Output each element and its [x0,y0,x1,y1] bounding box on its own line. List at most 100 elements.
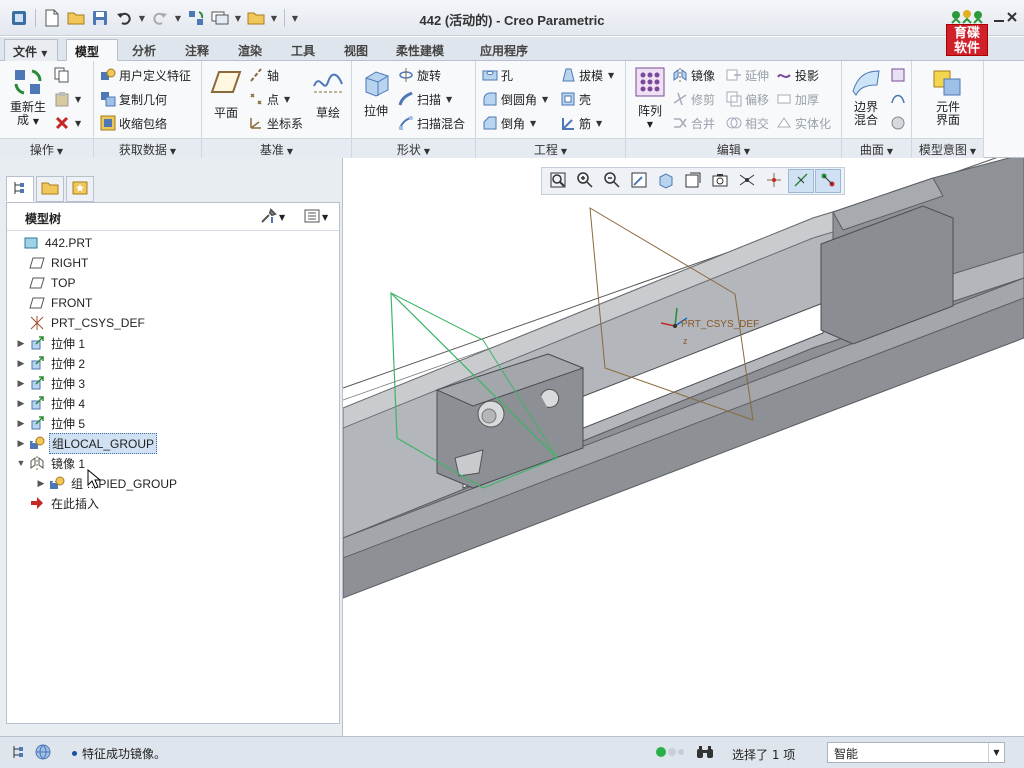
copy-geometry-button[interactable]: 复制几何 [100,89,167,109]
regenerate-button[interactable]: 重新生 成 ▼ [6,65,50,128]
merge-button[interactable]: 合并 [672,113,715,133]
toggle-browser-button[interactable] [32,743,54,763]
expand-arrow-icon[interactable]: ▶ [15,418,27,429]
view-manager-button[interactable] [707,169,733,193]
collapse-arrow-icon[interactable]: ▼ [15,458,27,468]
delete-button[interactable]: ▼ [54,113,81,133]
boundary-blend-button[interactable]: 边界 混合 [844,65,888,127]
datum-axis-button[interactable]: 轴 [248,65,279,85]
tab-applications[interactable]: 应用程序 [472,39,536,61]
new-file-icon[interactable] [41,7,63,29]
group-get-data-label[interactable]: 获取数据 ▼ [94,138,201,158]
round-button[interactable]: 倒圆角 ▼ [482,89,548,109]
group-operations-label[interactable]: 操作 ▼ [0,138,93,158]
tree-item[interactable]: PRT_CSYS_DEF [15,313,147,333]
redo-icon[interactable] [149,7,171,29]
group-shapes-label[interactable]: 形状 ▼ [352,138,475,158]
trim-button[interactable]: 修剪 [672,89,715,109]
app-icon[interactable] [8,7,30,29]
tab-render[interactable]: 渲染 [230,39,270,61]
expand-arrow-icon[interactable]: ▶ [15,338,27,349]
windows-icon[interactable] [209,7,231,29]
offset-button[interactable]: 偏移 [726,89,769,109]
sweep-button[interactable]: 扫描 ▼ [398,89,452,109]
tree-item[interactable]: ▶ 拉伸 5 [15,413,87,433]
regeneration-status[interactable] [654,743,686,763]
regenerate-small-icon[interactable] [185,7,207,29]
chamfer-button[interactable]: 倒角 ▼ [482,113,536,133]
tab-tools[interactable]: 工具 [283,39,323,61]
datum-display-button[interactable] [788,169,814,193]
tab-model[interactable]: 模型 [66,39,118,61]
display-style-button[interactable] [653,169,679,193]
tree-item[interactable]: ▶ 拉伸 1 [15,333,87,353]
hole-button[interactable]: 孔 [482,65,513,85]
close-icon[interactable] [1003,8,1021,26]
revolve-button[interactable]: 旋转 [398,65,441,85]
favorites-tab[interactable] [66,176,94,202]
tree-item[interactable]: FRONT [15,293,94,313]
project-button[interactable]: 投影 [776,65,819,85]
freestyle-button[interactable] [890,113,906,133]
tree-item[interactable]: ▶ 组LOCAL_GROUP [15,432,158,454]
intersect-button[interactable]: 相交 [726,113,769,133]
datum-point-button[interactable]: 点 ▼ [248,89,290,109]
fill-button[interactable] [890,65,906,85]
folder-dropdown-icon[interactable]: ▼ [269,14,279,23]
extrude-button[interactable]: 拉伸 [356,65,396,118]
toggle-navigator-button[interactable] [8,743,30,763]
tree-show-button[interactable]: ▼ [304,208,328,226]
expand-arrow-icon[interactable]: ▶ [15,358,27,369]
tree-item[interactable]: RIGHT [15,253,90,273]
graphics-window[interactable]: PRT_CSYS_DEF z [343,158,1024,736]
thicken-button[interactable]: 加厚 [776,89,819,109]
model-viewport[interactable] [343,158,1024,736]
tree-item[interactable]: ▶ 拉伸 4 [15,393,87,413]
find-button[interactable] [694,743,716,763]
perspective-button[interactable] [734,169,760,193]
user-defined-feature-button[interactable]: 用户定义特征 [100,65,191,85]
pattern-button[interactable]: 阵列 ▼ [630,65,670,131]
group-editing-label[interactable]: 编辑 ▼ [626,138,841,158]
shrinkwrap-button[interactable]: 收缩包络 [100,113,167,133]
spin-center-button[interactable] [761,169,787,193]
tree-item[interactable]: ▶ 拉伸 3 [15,373,87,393]
open-folder-icon[interactable] [65,7,87,29]
datum-plane-button[interactable]: 平面 [206,65,246,120]
component-interface-button[interactable]: 元件 界面 [926,65,970,127]
datum-csys-button[interactable]: 坐标系 [248,113,303,133]
style-button[interactable] [890,89,906,109]
customize-toolbar-icon[interactable]: ▼ [290,14,300,23]
tree-settings-button[interactable]: ▼ [259,207,285,226]
group-model-intent-label[interactable]: 模型意图 ▼ [912,138,983,158]
zoom-in-button[interactable] [572,169,598,193]
extend-button[interactable]: 延伸 [726,65,769,85]
repaint-button[interactable] [626,169,652,193]
mirror-button[interactable]: 镜像 [672,65,715,85]
group-surfaces-label[interactable]: 曲面 ▼ [842,138,911,158]
tree-item[interactable]: TOP [15,273,77,293]
folder-browser-tab[interactable] [36,176,64,202]
tab-view[interactable]: 视图 [336,39,376,61]
zoom-out-button[interactable] [599,169,625,193]
tree-item[interactable]: ▶ 拉伸 2 [15,353,87,373]
solidify-button[interactable]: 实体化 [776,113,831,133]
close-window-icon[interactable] [245,7,267,29]
model-tree-tab[interactable] [6,176,34,202]
selection-info[interactable]: 选择了 1 项 [732,746,795,763]
tree-item[interactable]: ▶ 组 …PIED_GROUP [35,473,179,493]
expand-arrow-icon[interactable]: ▶ [15,438,27,449]
expand-arrow-icon[interactable]: ▶ [15,378,27,389]
tab-file[interactable]: 文件 ▼ [4,39,58,61]
copy-button[interactable] [54,65,70,85]
tree-item[interactable]: 在此插入 [15,493,101,513]
annotation-display-button[interactable] [815,169,841,193]
saved-orientations-button[interactable] [680,169,706,193]
rib-button[interactable]: 筋 ▼ [560,113,602,133]
tree-item[interactable]: 442.PRT [9,233,94,253]
group-datum-label[interactable]: 基准 ▼ [202,138,351,158]
group-engineering-label[interactable]: 工程 ▼ [476,138,625,158]
expand-arrow-icon[interactable]: ▶ [15,398,27,409]
tab-annotate[interactable]: 注释 [177,39,217,61]
sketch-button[interactable]: 草绘 [308,65,348,120]
